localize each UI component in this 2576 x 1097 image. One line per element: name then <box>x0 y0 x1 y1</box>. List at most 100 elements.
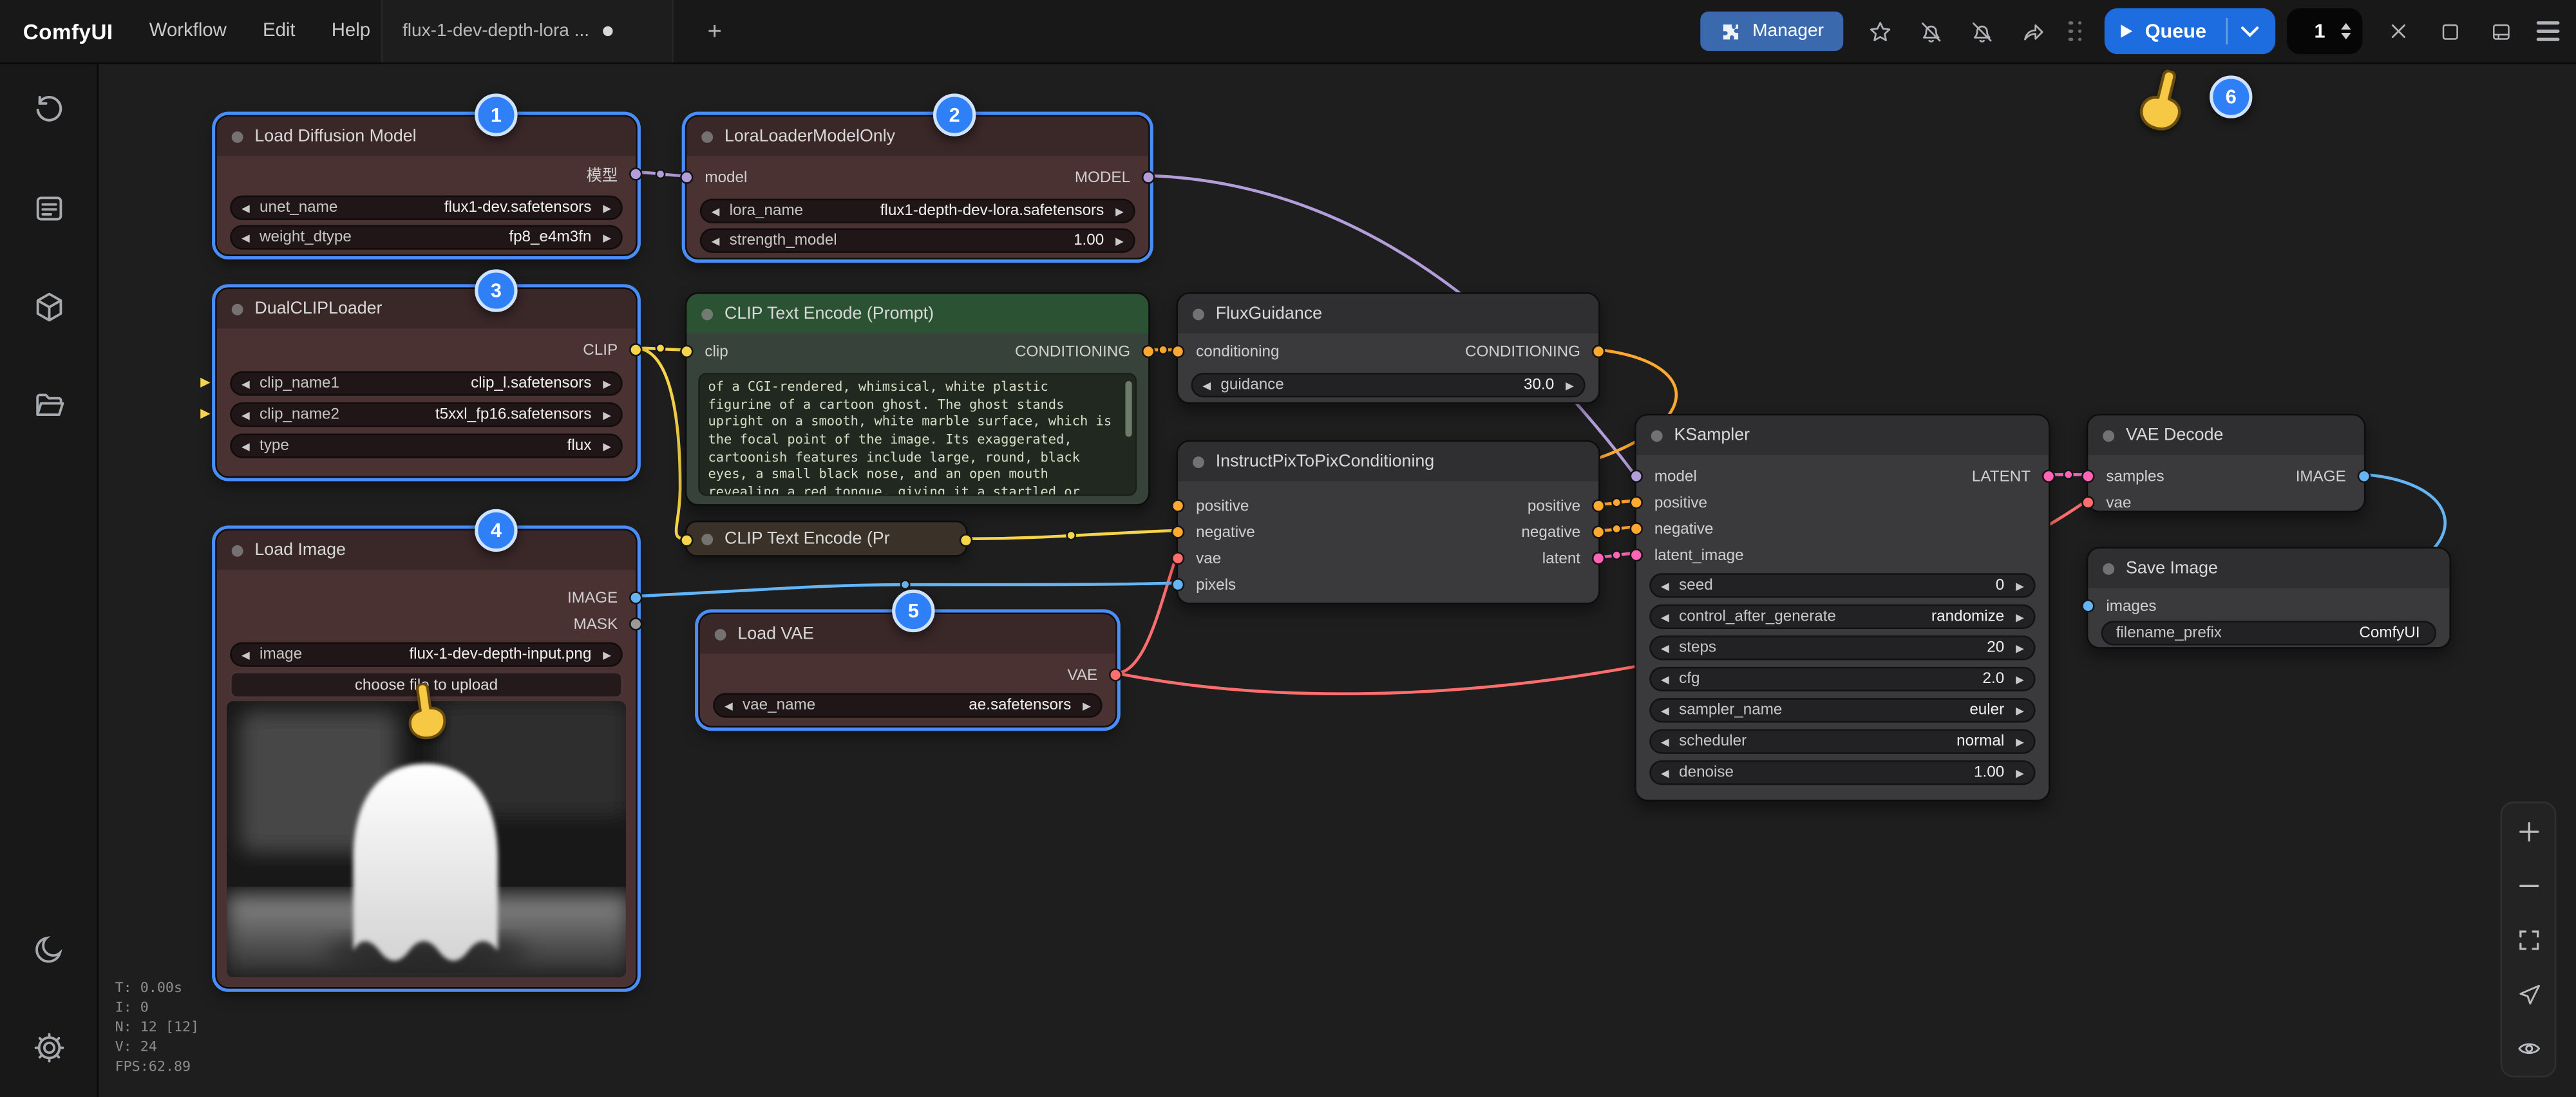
cfg-widget[interactable]: ◀ cfg 2.0 ▶ <box>1649 667 2035 691</box>
prev-arrow-icon[interactable]: ◀ <box>724 699 739 711</box>
sampler-name-widget[interactable]: ◀ sampler_name euler ▶ <box>1649 698 2035 722</box>
pixels-input-port[interactable] <box>1171 578 1184 591</box>
menu-edit[interactable]: Edit <box>263 21 296 41</box>
node-header[interactable]: CLIP Text Encode (Prompt) <box>687 294 1148 333</box>
clip-name1-widget[interactable]: ◀ clip_name1 clip_l.safetensors ▶ <box>230 371 623 396</box>
node-header[interactable]: DualCLIPLoader <box>217 289 636 328</box>
vae-output-port[interactable] <box>1109 668 1122 681</box>
close-icon[interactable] <box>2384 17 2414 46</box>
maximize-icon[interactable] <box>2435 17 2465 46</box>
steps-widget[interactable]: ◀ steps 20 ▶ <box>1649 635 2035 660</box>
clip-name2-widget[interactable]: ◀ clip_name2 t5xxl_fp16.safetensors ▶ <box>230 402 623 427</box>
stepper-arrows[interactable] <box>2341 23 2351 40</box>
prev-arrow-icon[interactable]: ◀ <box>1661 610 1676 623</box>
seed-widget[interactable]: ◀ seed 0 ▶ <box>1649 573 2035 597</box>
manager-button[interactable]: Manager <box>1700 12 1844 51</box>
negative-input-port[interactable] <box>1171 525 1184 538</box>
latent-output-port[interactable] <box>1592 552 1605 565</box>
prev-arrow-icon[interactable]: ◀ <box>1661 673 1676 686</box>
chevron-down-icon[interactable] <box>2241 26 2259 37</box>
node-canvas[interactable]: Load Diffusion Model 模型 ◀ unet_name flux… <box>0 0 2576 1097</box>
node-header[interactable]: Save Image <box>2088 548 2449 588</box>
drag-handle-icon[interactable] <box>2069 21 2083 42</box>
control-after-generate-widget[interactable]: ◀ control_after_generate randomize ▶ <box>1649 605 2035 629</box>
panel-icon[interactable] <box>2486 17 2515 46</box>
settings-gear-icon[interactable] <box>19 1018 78 1078</box>
prev-arrow-icon[interactable]: ◀ <box>1661 766 1676 779</box>
conditioning-output-port[interactable] <box>1142 345 1155 358</box>
batch-count-stepper[interactable]: 1 <box>2287 8 2362 54</box>
scheduler-widget[interactable]: ◀ scheduler normal ▶ <box>1649 729 2035 754</box>
image-widget[interactable]: ◀ image flux-1-dev-depth-input.png ▶ <box>230 642 623 666</box>
next-arrow-icon[interactable]: ▶ <box>1109 234 1124 247</box>
prev-arrow-icon[interactable]: ◀ <box>242 648 256 661</box>
widget-input-arrow-icon[interactable] <box>200 409 210 418</box>
prev-arrow-icon[interactable]: ◀ <box>1661 704 1676 717</box>
conditioning-input-port[interactable] <box>1171 345 1184 358</box>
notifications-off-icon[interactable] <box>1916 17 1946 46</box>
history-icon[interactable] <box>19 80 78 140</box>
theme-moon-icon[interactable] <box>19 920 78 979</box>
model-input-port[interactable] <box>680 171 693 183</box>
notifications-off-icon[interactable] <box>1967 17 1996 46</box>
conditioning-output-port[interactable] <box>960 534 972 547</box>
model-output-port[interactable] <box>629 167 642 180</box>
eye-icon[interactable] <box>2512 1031 2544 1064</box>
latent-output-port[interactable] <box>2042 470 2055 483</box>
mask-output-port[interactable] <box>629 617 642 630</box>
prev-arrow-icon[interactable]: ◀ <box>712 205 726 218</box>
clip-input-port[interactable] <box>680 345 693 358</box>
next-arrow-icon[interactable]: ▶ <box>596 230 611 243</box>
prev-arrow-icon[interactable]: ◀ <box>242 439 256 452</box>
next-arrow-icon[interactable]: ▶ <box>596 408 611 421</box>
new-workflow-button[interactable]: + <box>694 0 736 62</box>
node-load-diffusion-model[interactable]: Load Diffusion Model 模型 ◀ unet_name flux… <box>215 115 638 256</box>
widget-input-arrow-icon[interactable] <box>200 378 210 388</box>
next-arrow-icon[interactable]: ▶ <box>2009 641 2024 654</box>
image-output-port[interactable] <box>629 591 642 604</box>
filename-prefix-widget[interactable]: filename_prefix ComfyUI <box>2101 621 2436 645</box>
node-instruct-pix-to-pix-conditioning[interactable]: InstructPixToPixConditioning positive po… <box>1177 440 1600 605</box>
model-library-icon[interactable] <box>19 376 78 435</box>
samples-input-port[interactable] <box>2081 470 2094 483</box>
prev-arrow-icon[interactable]: ◀ <box>242 408 256 421</box>
next-arrow-icon[interactable]: ▶ <box>596 201 611 214</box>
prev-arrow-icon[interactable]: ◀ <box>242 377 256 389</box>
positive-output-port[interactable] <box>1592 500 1605 512</box>
next-arrow-icon[interactable]: ▶ <box>1076 699 1091 711</box>
zoom-out-icon[interactable] <box>2512 868 2544 901</box>
fit-view-icon[interactable] <box>2512 923 2544 956</box>
negative-output-port[interactable] <box>1592 525 1605 538</box>
node-dual-clip-loader[interactable]: DualCLIPLoader CLIP ◀ clip_name1 clip_l.… <box>215 287 638 478</box>
node-header[interactable]: VAE Decode <box>2088 415 2364 455</box>
pointer-icon[interactable] <box>2512 977 2544 1010</box>
vae-input-port[interactable] <box>2081 496 2094 509</box>
lora-name-widget[interactable]: ◀ lora_name flux1-depth-dev-lora.safeten… <box>700 199 1135 223</box>
clip-output-port[interactable] <box>629 343 642 356</box>
menu-workflow[interactable]: Workflow <box>149 21 227 41</box>
denoise-widget[interactable]: ◀ denoise 1.00 ▶ <box>1649 760 2035 785</box>
menu-icon[interactable] <box>2537 22 2560 41</box>
model-output-port[interactable] <box>1142 171 1155 183</box>
positive-input-port[interactable] <box>1630 496 1643 509</box>
star-icon[interactable] <box>1865 17 1895 46</box>
next-arrow-icon[interactable]: ▶ <box>2009 704 2024 717</box>
node-flux-guidance[interactable]: FluxGuidance conditioning CONDITIONING ◀… <box>1177 292 1600 404</box>
collapse-dot[interactable] <box>701 533 713 545</box>
node-ksampler[interactable]: KSampler model LATENT positive negative … <box>1634 414 2050 802</box>
next-arrow-icon[interactable]: ▶ <box>596 439 611 452</box>
prev-arrow-icon[interactable]: ◀ <box>712 234 726 247</box>
positive-input-port[interactable] <box>1171 500 1184 512</box>
prev-arrow-icon[interactable]: ◀ <box>1661 735 1676 748</box>
next-arrow-icon[interactable]: ▶ <box>596 377 611 389</box>
node-header[interactable]: KSampler <box>1636 415 2049 455</box>
prev-arrow-icon[interactable]: ◀ <box>242 230 256 243</box>
negative-input-port[interactable] <box>1630 522 1643 535</box>
unet-name-widget[interactable]: ◀ unet_name flux1-dev.safetensors ▶ <box>230 196 623 220</box>
next-arrow-icon[interactable]: ▶ <box>596 648 611 661</box>
type-widget[interactable]: ◀ type flux ▶ <box>230 433 623 458</box>
next-arrow-icon[interactable]: ▶ <box>2009 766 2024 779</box>
node-clip-text-encode[interactable]: CLIP Text Encode (Prompt) clip CONDITION… <box>685 292 1150 506</box>
prev-arrow-icon[interactable]: ◀ <box>1661 579 1676 592</box>
next-arrow-icon[interactable]: ▶ <box>2009 610 2024 623</box>
